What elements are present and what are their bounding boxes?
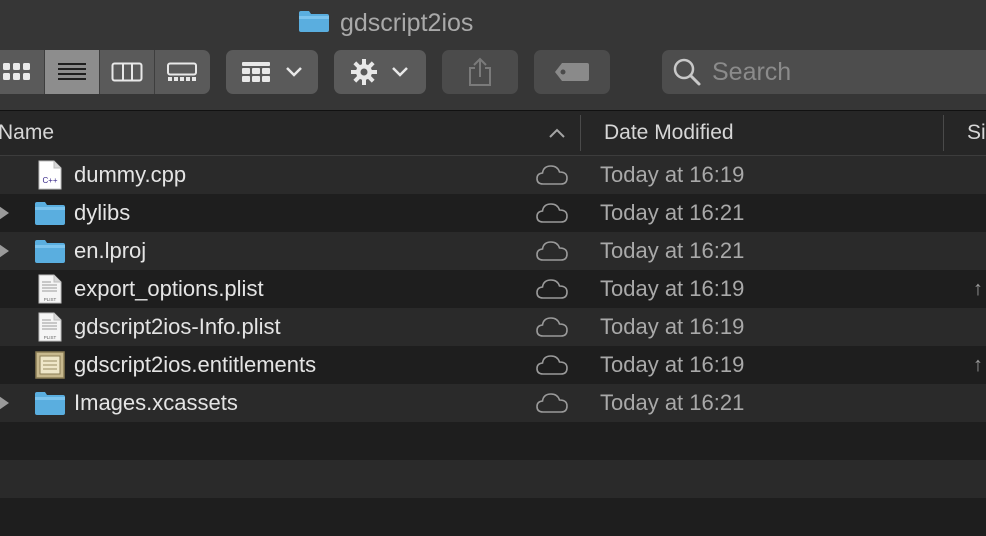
chevron-down-icon xyxy=(392,67,408,77)
column-header-size[interactable]: Si xyxy=(967,111,986,155)
icloud-status-icon xyxy=(535,202,569,224)
search-icon xyxy=(673,58,701,86)
table-row[interactable]: gdscript2ios.entitlements Today at 16:19… xyxy=(0,346,986,384)
icloud-status-icon xyxy=(535,278,569,300)
search-field[interactable]: Search xyxy=(662,50,986,94)
list-view-button[interactable] xyxy=(45,50,100,94)
share-button[interactable] xyxy=(442,50,518,94)
empty-row xyxy=(0,460,986,498)
sort-ascending-icon[interactable] xyxy=(548,127,566,139)
table-row[interactable]: en.lproj Today at 16:21 xyxy=(0,232,986,270)
disclosure-triangle-icon[interactable] xyxy=(0,204,9,222)
date-modified: Today at 16:19 xyxy=(600,352,745,377)
gallery-icon xyxy=(167,62,197,81)
table-row[interactable]: dylibs Today at 16:21 xyxy=(0,194,986,232)
folder-icon xyxy=(34,237,66,265)
cpp-file-icon: C++ xyxy=(34,160,66,190)
folder-icon xyxy=(34,199,66,227)
icloud-status-icon xyxy=(535,392,569,414)
date-modified: Today at 16:19 xyxy=(600,314,745,339)
icloud-status-icon xyxy=(535,316,569,338)
file-name[interactable]: Images.xcassets xyxy=(74,384,238,422)
file-name[interactable]: en.lproj xyxy=(74,232,146,270)
column-view-button[interactable] xyxy=(100,50,155,94)
table-row[interactable]: C++ dummy.cpp Today at 16:19 xyxy=(0,156,986,194)
table-row[interactable]: PLIST gdscript2ios-Info.plist Today at 16… xyxy=(0,308,986,346)
list-icon xyxy=(58,63,86,80)
svg-text:PLIST: PLIST xyxy=(44,297,57,302)
upload-arrow-icon: ↑ xyxy=(973,354,983,376)
gallery-view-button[interactable] xyxy=(155,50,209,94)
group-by-icon xyxy=(242,62,270,82)
table-row[interactable]: Images.xcassets Today at 16:21 xyxy=(0,384,986,422)
folder-icon xyxy=(34,389,66,417)
file-list: C++ dummy.cpp Today at 16:19 dylibs Today… xyxy=(0,156,986,536)
gear-icon xyxy=(351,59,377,85)
disclosure-triangle-icon[interactable] xyxy=(0,394,9,412)
column-header-date-modified[interactable]: Date Modified xyxy=(604,111,734,155)
action-button[interactable] xyxy=(334,50,426,94)
date-modified: Today at 16:19 xyxy=(600,276,745,301)
empty-row xyxy=(0,498,986,536)
icloud-status-icon xyxy=(535,240,569,262)
icloud-status-icon xyxy=(535,354,569,376)
icloud-status-icon xyxy=(535,164,569,186)
search-placeholder: Search xyxy=(712,57,792,86)
file-name[interactable]: gdscript2ios-Info.plist xyxy=(74,308,281,346)
tag-icon xyxy=(555,63,589,81)
window-toolbar: gdscript2ios Search xyxy=(0,0,986,111)
file-name[interactable]: export_options.plist xyxy=(74,270,264,308)
window-title-area: gdscript2ios xyxy=(298,8,473,38)
plist-file-icon: PLIST xyxy=(34,312,66,342)
column-header-bar: Name Date Modified Si xyxy=(0,111,986,156)
grid-icon xyxy=(3,63,30,80)
svg-text:PLIST: PLIST xyxy=(44,335,57,340)
file-name[interactable]: dummy.cpp xyxy=(74,156,186,194)
window-title: gdscript2ios xyxy=(340,8,474,37)
share-icon xyxy=(469,57,491,86)
date-modified: Today at 16:21 xyxy=(600,238,745,263)
date-modified: Today at 16:19 xyxy=(600,162,745,187)
column-divider[interactable] xyxy=(580,115,581,151)
view-mode-control[interactable] xyxy=(0,50,210,94)
column-divider[interactable] xyxy=(943,115,944,151)
svg-text:C++: C++ xyxy=(42,176,57,185)
file-name[interactable]: gdscript2ios.entitlements xyxy=(74,346,316,384)
empty-row xyxy=(0,422,986,460)
column-header-name[interactable]: Name xyxy=(0,111,54,155)
folder-icon xyxy=(298,9,330,38)
plist-file-icon: PLIST xyxy=(34,274,66,304)
columns-icon xyxy=(111,62,143,82)
date-modified: Today at 16:21 xyxy=(600,390,745,415)
file-name[interactable]: dylibs xyxy=(74,194,130,232)
entitlements-file-icon xyxy=(34,351,66,379)
disclosure-triangle-icon[interactable] xyxy=(0,242,9,260)
icon-view-button[interactable] xyxy=(0,50,45,94)
group-by-button[interactable] xyxy=(226,50,318,94)
upload-arrow-icon: ↑ xyxy=(973,278,983,300)
edit-tags-button[interactable] xyxy=(534,50,610,94)
chevron-down-icon xyxy=(286,67,302,77)
table-row[interactable]: PLIST export_options.plist Today at 16:19… xyxy=(0,270,986,308)
date-modified: Today at 16:21 xyxy=(600,200,745,225)
